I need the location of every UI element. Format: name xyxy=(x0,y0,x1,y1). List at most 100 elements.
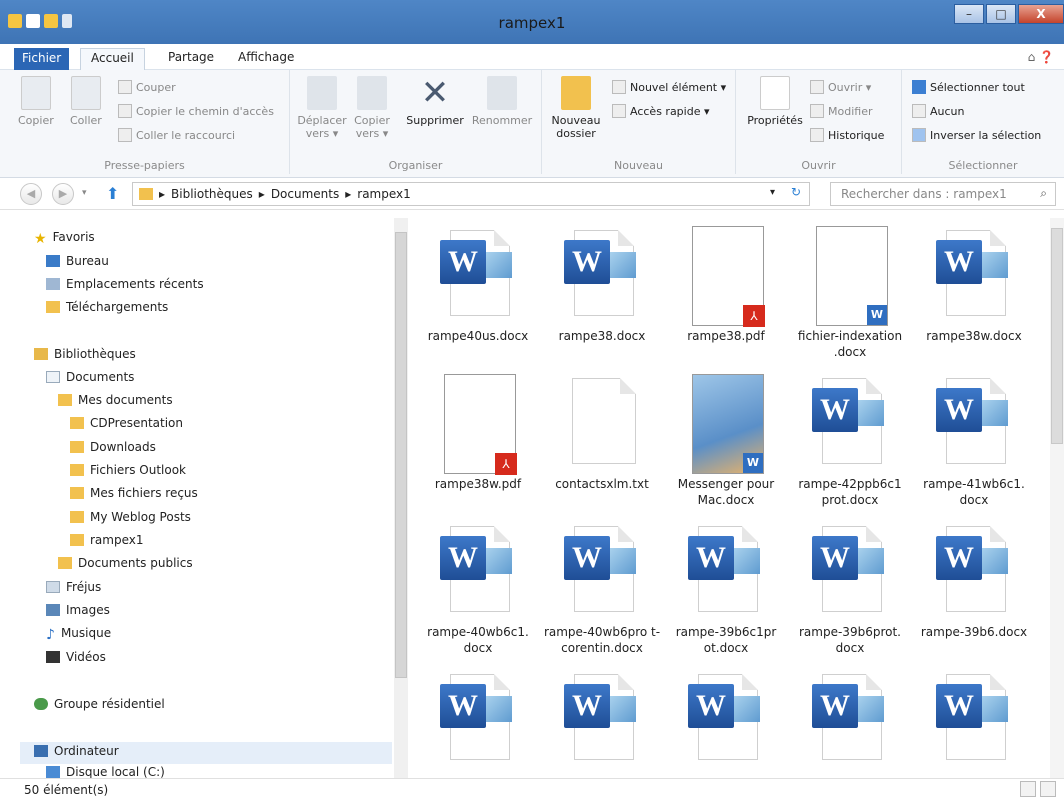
scrollbar-thumb[interactable] xyxy=(1051,228,1063,444)
invert-selection-button[interactable]: Inverser la sélection xyxy=(912,128,1041,142)
breadcrumb-libraries[interactable]: Bibliothèques xyxy=(171,187,253,201)
tab-share[interactable]: Partage xyxy=(158,48,224,70)
nav-received-files[interactable]: Mes fichiers reçus xyxy=(70,486,198,500)
tab-home[interactable]: Accueil xyxy=(80,48,145,70)
file-item[interactable]: contactsxlm.txt xyxy=(542,366,662,506)
file-list-scrollbar[interactable] xyxy=(1050,218,1064,778)
file-item[interactable]: Wfichier-indexation .docx xyxy=(790,218,910,359)
nav-favorites[interactable]: ★ Favoris xyxy=(34,230,95,247)
copy-to-button[interactable]: Copier vers ▾ xyxy=(350,76,394,140)
edit-button[interactable]: Modifier xyxy=(810,104,872,118)
help-icon[interactable]: ⌂ ❓ xyxy=(1028,50,1054,64)
nav-cdpresentation[interactable]: CDPresentation xyxy=(70,416,183,430)
file-item[interactable]: Wrampe-40wb6c1. docx xyxy=(418,514,538,655)
file-item[interactable]: ⅄ rampe38.pdf xyxy=(666,218,786,358)
nav-frejus[interactable]: Fréjus xyxy=(46,580,101,594)
select-all-label: Sélectionner tout xyxy=(930,80,1025,94)
nav-downloads-folder[interactable]: Downloads xyxy=(70,440,156,454)
file-name: rampe-39b6c1pr ot.docx xyxy=(675,625,777,655)
edit-label: Modifier xyxy=(828,104,873,118)
forward-button[interactable]: ▶ xyxy=(52,183,74,205)
nav-downloads[interactable]: Téléchargements xyxy=(46,300,168,314)
nav-recent[interactable]: Emplacements récents xyxy=(46,277,204,291)
nav-documents[interactable]: Documents xyxy=(46,370,134,384)
nav-libraries[interactable]: Bibliothèques xyxy=(34,347,136,361)
large-icons-view-icon[interactable] xyxy=(1040,781,1056,797)
nav-my-documents[interactable]: Mes documents xyxy=(58,393,173,407)
nav-weblog-posts[interactable]: My Weblog Posts xyxy=(70,510,191,524)
close-button[interactable]: X xyxy=(1018,4,1064,24)
file-item[interactable]: W xyxy=(542,662,662,778)
move-to-button[interactable]: Déplacer vers ▾ xyxy=(296,76,348,140)
back-button[interactable]: ◀ xyxy=(20,183,42,205)
file-item[interactable]: W xyxy=(914,662,1034,778)
new-item-button[interactable]: Nouvel élément ▾ xyxy=(612,80,726,94)
text-file-icon xyxy=(564,374,640,470)
file-item[interactable]: W xyxy=(418,662,538,778)
nav-public-documents[interactable]: Documents publics xyxy=(58,556,193,570)
file-item[interactable]: W xyxy=(790,662,910,778)
file-item[interactable]: Wrampe-42ppb6c1 prot.docx xyxy=(790,366,910,507)
group-open: Propriétés Ouvrir ▾ Modifier Historique … xyxy=(736,70,902,174)
word-document-icon: W xyxy=(812,374,888,470)
cut-label: Couper xyxy=(136,80,176,94)
nav-local-disk[interactable]: Disque local (C:) xyxy=(46,766,165,778)
paste-icon xyxy=(70,76,101,110)
recent-places-icon xyxy=(46,278,60,290)
details-view-icon[interactable] xyxy=(1020,781,1036,797)
maximize-button[interactable]: □ xyxy=(986,4,1016,24)
file-item[interactable]: Wrampe-41wb6c1. docx xyxy=(914,366,1034,507)
nav-images[interactable]: Images xyxy=(46,603,110,617)
tab-view[interactable]: Affichage xyxy=(228,48,304,70)
file-item[interactable]: Wrampe38w.docx xyxy=(914,218,1034,358)
status-bar: 50 élément(s) xyxy=(0,778,1064,800)
nav-computer[interactable]: Ordinateur xyxy=(34,744,119,758)
file-item[interactable]: W Messenger pour Mac.docx xyxy=(666,366,786,507)
copy-path-button[interactable]: Copier le chemin d'accès xyxy=(118,104,274,118)
address-bar[interactable]: ▸ Bibliothèques ▸ Documents ▸ rampex1 ▾ … xyxy=(132,182,810,206)
nav-music[interactable]: ♪ Musique xyxy=(46,626,111,643)
file-item[interactable]: Wrampe-39b6prot. docx xyxy=(790,514,910,655)
breadcrumb-documents[interactable]: Documents xyxy=(271,187,339,201)
history-button[interactable]: Historique xyxy=(810,128,884,142)
nav-label: Mes documents xyxy=(78,393,173,407)
new-folder-button[interactable]: Nouveau dossier xyxy=(548,76,604,140)
properties-button[interactable]: Propriétés xyxy=(742,76,808,127)
cut-button[interactable]: Couper xyxy=(118,80,176,94)
file-item[interactable]: ⅄ rampe38w.pdf xyxy=(418,366,538,506)
search-input[interactable]: Rechercher dans : rampex1 ⌕ xyxy=(830,182,1056,206)
nav-outlook-files[interactable]: Fichiers Outlook xyxy=(70,463,186,477)
nav-desktop[interactable]: Bureau xyxy=(46,254,109,268)
copy-button[interactable]: Copier xyxy=(18,76,54,127)
up-arrow-icon[interactable]: ⬆ xyxy=(106,184,119,203)
scrollbar-thumb[interactable] xyxy=(395,232,407,678)
file-item[interactable]: Wrampe-40wb6pro t-corentin.docx xyxy=(542,514,662,655)
delete-button[interactable]: ✕ Supprimer xyxy=(404,76,466,127)
open-button[interactable]: Ouvrir ▾ xyxy=(810,80,871,94)
file-item[interactable]: W xyxy=(666,662,786,778)
navigation-scrollbar[interactable] xyxy=(394,218,408,778)
nav-videos[interactable]: Vidéos xyxy=(46,650,106,664)
nav-homegroup[interactable]: Groupe résidentiel xyxy=(34,697,165,711)
recent-locations-chevron-icon[interactable]: ▾ xyxy=(82,188,87,198)
file-item[interactable]: Wrampe-39b6c1pr ot.docx xyxy=(666,514,786,655)
select-none-button[interactable]: Aucun xyxy=(912,104,965,118)
tab-file[interactable]: Fichier xyxy=(14,48,70,70)
minimize-button[interactable]: – xyxy=(954,4,984,24)
file-item[interactable]: Wrampe-39b6.docx xyxy=(914,514,1034,654)
paste-button[interactable]: Coller xyxy=(70,76,102,127)
word-document-icon: W xyxy=(688,670,764,766)
word-document-icon: W xyxy=(936,226,1012,322)
easy-access-button[interactable]: Accès rapide ▾ xyxy=(612,104,710,118)
breadcrumb-rampex1[interactable]: rampex1 xyxy=(357,187,411,201)
file-item[interactable]: Wrampe38.docx xyxy=(542,218,662,358)
address-dropdown-icon[interactable]: ▾ xyxy=(770,187,775,198)
select-all-button[interactable]: Sélectionner tout xyxy=(912,80,1025,94)
rename-button[interactable]: Renommer xyxy=(470,76,534,127)
drive-icon xyxy=(46,766,60,778)
nav-rampex1[interactable]: rampex1 xyxy=(70,533,144,547)
refresh-icon[interactable]: ↻ xyxy=(791,185,801,199)
paste-shortcut-button[interactable]: Coller le raccourci xyxy=(118,128,235,142)
file-item[interactable]: Wrampe40us.docx xyxy=(418,218,538,358)
nav-label: Documents publics xyxy=(78,556,193,570)
